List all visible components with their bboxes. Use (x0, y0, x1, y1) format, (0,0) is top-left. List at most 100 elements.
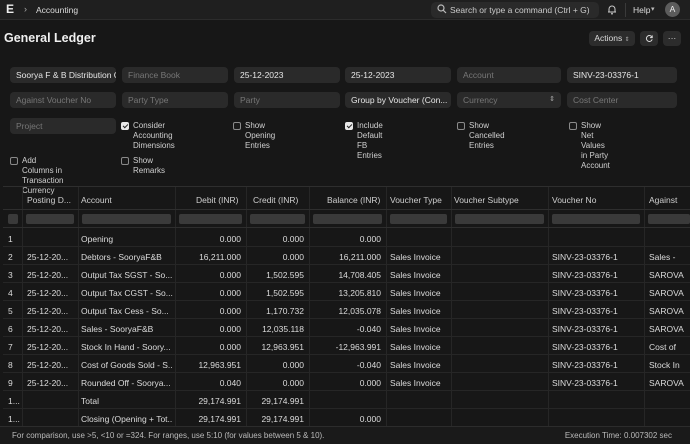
cell-credit: 1,502.595 (266, 288, 304, 298)
party-field[interactable]: Party (234, 92, 340, 108)
cell-against: Stock In (649, 360, 680, 370)
cell-credit: 0.000 (282, 234, 304, 244)
cell-vno: SINV-23-03376-1 (552, 360, 618, 370)
chevron-updown-icon: ⇕ (624, 37, 630, 43)
group-by-select[interactable]: Group by Voucher (Con... (345, 92, 451, 108)
cell-n: 3 (8, 270, 13, 280)
cell-account: Output Tax Cess - So... (81, 306, 169, 316)
table-row[interactable]: 9 25-12-20... Rounded Off - Soorya... 0.040… (3, 373, 690, 391)
checkbox-label: Consider Accounting Dimensions (133, 121, 175, 150)
col-credit[interactable]: Credit (INR) (253, 195, 298, 205)
cell-date: 25-12-20... (27, 252, 69, 262)
checkbox-unchecked[interactable] (233, 122, 241, 130)
search-bar[interactable]: Search or type a command (Ctrl + G) (431, 2, 599, 18)
col-voucher-type[interactable]: Voucher Type (390, 195, 442, 205)
cell-debit: 29,174.991 (198, 414, 241, 424)
avatar[interactable]: A (665, 2, 680, 17)
table-row[interactable]: 7 25-12-20... Stock In Hand - Soory... 0.00… (3, 337, 690, 355)
search-icon (437, 4, 447, 14)
cell-date: 25-12-20... (27, 288, 69, 298)
cell-against: SAROVA (649, 378, 684, 388)
table-row[interactable]: 6 25-12-20... Sales - SooryaF&B 0.000 12,035… (3, 319, 690, 337)
cost-center-field[interactable]: Cost Center (567, 92, 677, 108)
checkbox-unchecked[interactable] (457, 122, 465, 130)
checkbox-unchecked[interactable] (569, 122, 577, 130)
voucher-no-field[interactable]: SINV-23-03376-1 (567, 67, 677, 83)
cell-date: 25-12-20... (27, 378, 69, 388)
checkbox-unchecked[interactable] (10, 157, 18, 165)
col-against[interactable]: Against (649, 195, 677, 205)
to-date-field[interactable]: 25-12-2023 (345, 67, 451, 83)
cell-vtype: Sales Invoice (390, 378, 441, 388)
col-posting-date[interactable]: Posting D... (27, 195, 71, 205)
cell-n: 2 (8, 252, 13, 262)
against-voucher-no-field[interactable]: Against Voucher No (10, 92, 116, 108)
cell-balance: -12,963.991 (335, 342, 381, 352)
refresh-button[interactable] (640, 31, 658, 46)
currency-select[interactable]: Currency ⇕ (457, 92, 561, 108)
actions-button[interactable]: Actions ⇕ (589, 31, 635, 46)
currency-placeholder: Currency (463, 95, 498, 105)
company-field[interactable]: Soorya F & B Distribution C (10, 67, 116, 83)
filter-input[interactable] (179, 214, 242, 224)
execution-time: Execution Time: 0.007302 sec (564, 431, 672, 440)
refresh-icon (645, 35, 653, 42)
filter-input[interactable] (390, 214, 447, 224)
table-row[interactable]: 1... Total 29,174.991 29,174.991 (3, 391, 690, 409)
table-row[interactable]: 5 25-12-20... Output Tax Cess - So... 0.000… (3, 301, 690, 319)
filter-input[interactable] (26, 214, 74, 224)
cell-n: 7 (8, 342, 13, 352)
filter-input[interactable] (8, 214, 18, 224)
col-voucher-no[interactable]: Voucher No (552, 195, 596, 205)
from-date-field[interactable]: 25-12-2023 (234, 67, 340, 83)
cell-debit: 16,211.000 (199, 252, 241, 262)
account-field[interactable]: Account (457, 67, 561, 83)
table-row[interactable]: 1 Opening 0.000 0.000 0.000 (3, 229, 690, 247)
cell-vtype: Sales Invoice (390, 270, 441, 280)
col-account[interactable]: Account (81, 195, 112, 205)
cell-vno: SINV-23-03376-1 (552, 306, 618, 316)
filter-input[interactable] (82, 214, 171, 224)
help-menu[interactable]: Help (633, 5, 650, 15)
col-balance[interactable]: Balance (INR) (327, 195, 380, 205)
cell-date: 25-12-20... (27, 270, 69, 280)
table-row[interactable]: 1... Closing (Opening + Tot... 29,174.991 2… (3, 409, 690, 426)
more-button[interactable]: ··· (663, 31, 681, 46)
chevron-down-icon: ▾ (651, 6, 655, 13)
filter-input[interactable] (313, 214, 382, 224)
cell-debit: 0.040 (219, 378, 241, 388)
top-navbar: E › Accounting Search or type a command … (0, 0, 690, 20)
breadcrumb-accounting[interactable]: Accounting (36, 5, 78, 15)
checkbox-label: Show Cancelled Entries (469, 121, 505, 150)
project-field[interactable]: Project (10, 118, 116, 134)
checkbox-checked[interactable] (345, 122, 353, 130)
table-row[interactable]: 8 25-12-20... Cost of Goods Sold - S... 12,… (3, 355, 690, 373)
filter-input[interactable] (648, 214, 690, 224)
checkbox-unchecked[interactable] (121, 157, 129, 165)
checkbox-checked[interactable] (121, 122, 129, 130)
group-by-value: Group by Voucher (Con... (351, 95, 448, 105)
col-voucher-subtype[interactable]: Voucher Subtype (454, 195, 519, 205)
party-type-field[interactable]: Party Type (122, 92, 228, 108)
cell-vno: SINV-23-03376-1 (552, 288, 618, 298)
bell-icon[interactable] (607, 4, 617, 15)
cell-vno: SINV-23-03376-1 (552, 342, 618, 352)
filter-input[interactable] (455, 214, 544, 224)
cell-credit: 29,174.991 (261, 414, 304, 424)
search-placeholder: Search or type a command (Ctrl + G) (450, 5, 590, 15)
col-debit[interactable]: Debit (INR) (196, 195, 239, 205)
cell-balance: 16,211.000 (339, 252, 381, 262)
filter-input[interactable] (552, 214, 640, 224)
table-row[interactable]: 3 25-12-20... Output Tax SGST - So... 0.000… (3, 265, 690, 283)
finance-book-field[interactable]: Finance Book (122, 67, 228, 83)
cell-debit: 0.000 (219, 288, 241, 298)
filter-input[interactable] (250, 214, 305, 224)
app-logo[interactable]: E (6, 3, 17, 16)
ledger-table: Posting D... Account Debit (INR) Credit … (3, 186, 690, 426)
table-row[interactable]: 4 25-12-20... Output Tax CGST - So... 0.000… (3, 283, 690, 301)
cell-balance: -0.040 (356, 324, 381, 334)
cell-n: 9 (8, 378, 13, 388)
cell-vtype: Sales Invoice (390, 324, 441, 334)
table-row[interactable]: 2 25-12-20... Debtors - SooryaF&B 16,211.00… (3, 247, 690, 265)
cell-vtype: Sales Invoice (390, 306, 441, 316)
